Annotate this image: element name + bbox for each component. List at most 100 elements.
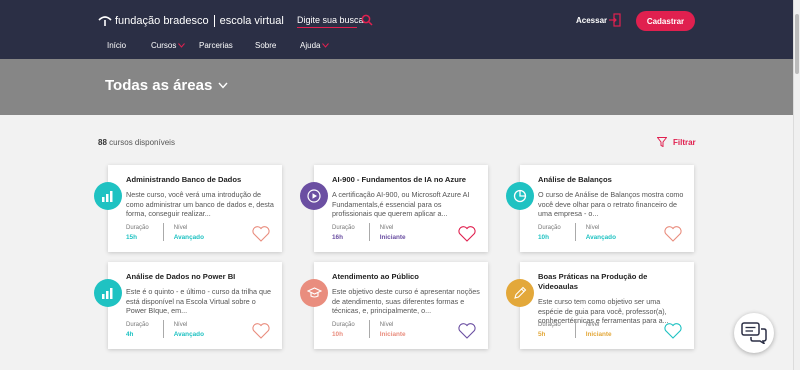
heart-icon[interactable]	[664, 323, 682, 339]
search-icon[interactable]	[361, 14, 373, 26]
page-title: Todas as áreas	[105, 77, 213, 94]
scrollbar-thumb[interactable]	[795, 14, 799, 74]
course-level: Avançado	[585, 234, 616, 241]
nav-ajuda-label: Ajuda	[300, 41, 321, 50]
duration-label: Duração	[126, 322, 149, 328]
search-input[interactable]: Digite sua busca	[297, 15, 364, 28]
pie-chart-icon	[513, 189, 527, 203]
course-level: Iniciante	[585, 331, 612, 338]
course-level: Iniciante	[379, 331, 406, 338]
results-count-number: 88	[98, 138, 107, 147]
course-card[interactable]: Análise de Dados no Power BI Este é o qu…	[94, 262, 282, 349]
duration-label: Duração	[538, 322, 561, 328]
logo-icon	[98, 16, 112, 26]
course-title: Boas Práticas na Produção de Videoaulas	[538, 272, 648, 291]
duration-label: Duração	[332, 322, 355, 328]
heart-icon[interactable]	[252, 323, 270, 339]
chevron-down-icon	[218, 82, 228, 89]
level-label: Nível	[379, 322, 394, 328]
course-title: Administrando Banco de Dados	[126, 175, 242, 184]
level-label: Nível	[173, 225, 188, 231]
course-duration: 10h	[538, 234, 550, 241]
course-card[interactable]: AI-900 - Fundamentos de IA no Azure A ce…	[300, 165, 488, 252]
course-card[interactable]: Análise de Balanços O curso de Análise d…	[506, 165, 694, 252]
course-duration: 5h	[538, 331, 546, 338]
course-title: Análise de Dados no Power BI	[126, 272, 236, 281]
course-description: O curso de Análise de Balanços mostra co…	[538, 190, 684, 218]
graduation-cap-icon	[306, 287, 322, 298]
pencil-icon	[514, 286, 527, 299]
course-duration: 16h	[332, 234, 344, 241]
chat-button[interactable]	[734, 313, 774, 353]
course-description: Este objetivo deste curso é apresentar n…	[332, 287, 480, 315]
course-description: Este é o quinto - e último - curso da tr…	[126, 287, 272, 315]
nav-cursos[interactable]: Cursos	[151, 41, 186, 50]
filter-label: Filtrar	[673, 137, 696, 147]
heart-icon[interactable]	[458, 323, 476, 339]
heart-icon[interactable]	[664, 226, 682, 242]
divider	[574, 223, 576, 241]
chevron-down-icon	[322, 43, 330, 49]
course-icon	[300, 279, 328, 307]
funnel-icon	[657, 137, 667, 147]
results-count-label: cursos disponíveis	[109, 138, 175, 147]
area-dropdown[interactable]: Todas as áreas	[105, 77, 228, 94]
course-icon	[300, 182, 328, 210]
duration-label: Duração	[126, 225, 149, 231]
heart-icon[interactable]	[458, 226, 476, 242]
chevron-down-icon	[178, 43, 186, 49]
course-meta: Duração 15h Nível Avançado	[126, 223, 204, 243]
logo-product: escola virtual	[219, 15, 284, 27]
results-count: 88 cursos disponíveis	[98, 138, 175, 147]
course-card[interactable]: Administrando Banco de Dados Neste curso…	[94, 165, 282, 252]
duration-label: Duração	[332, 225, 355, 231]
chart-icon	[102, 191, 113, 202]
course-meta: Duração 4h Nível Avançado	[126, 320, 204, 340]
level-label: Nível	[173, 322, 188, 328]
nav-parcerias[interactable]: Parcerias	[199, 41, 233, 50]
level-label: Nível	[379, 225, 394, 231]
top-header: fundação bradesco escola virtual Digite …	[0, 0, 793, 59]
course-icon	[94, 182, 122, 210]
nav-inicio[interactable]: Início	[107, 41, 126, 50]
course-card[interactable]: Boas Práticas na Produção de Videoaulas …	[506, 262, 694, 349]
course-meta: Duração 5h Nível Iniciante	[538, 320, 612, 340]
nav-sobre[interactable]: Sobre	[255, 41, 276, 50]
course-description: Neste curso, você verá uma introdução de…	[126, 190, 274, 218]
divider	[162, 320, 164, 338]
nav-cursos-label: Cursos	[151, 41, 177, 50]
course-duration: 15h	[126, 234, 138, 241]
course-title: AI-900 - Fundamentos de IA no Azure	[332, 175, 467, 184]
course-meta: Duração 16h Nível Iniciante	[332, 223, 406, 243]
heart-icon[interactable]	[252, 226, 270, 242]
level-label: Nível	[585, 322, 600, 328]
signup-button[interactable]: Cadastrar	[636, 11, 695, 31]
logo-brand: fundação bradesco	[115, 15, 209, 27]
chat-icon	[741, 322, 767, 344]
course-level: Iniciante	[379, 234, 406, 241]
course-meta: Duração 10h Nível Iniciante	[332, 320, 406, 340]
login-icon[interactable]	[608, 13, 622, 27]
play-icon	[307, 189, 321, 203]
course-title: Análise de Balanços	[538, 175, 612, 184]
logo-separator	[213, 15, 215, 27]
login-link[interactable]: Acessar	[576, 16, 607, 25]
course-duration: 10h	[332, 331, 344, 338]
course-description: A certificação AI-900, ou Microsoft Azur…	[332, 190, 470, 218]
nav-ajuda[interactable]: Ajuda	[300, 41, 330, 50]
course-level: Avançado	[173, 331, 204, 338]
course-card[interactable]: Atendimento ao Público Este objetivo des…	[300, 262, 488, 349]
divider	[162, 223, 164, 241]
divider	[368, 320, 370, 338]
course-duration: 4h	[126, 331, 134, 338]
logo[interactable]: fundação bradesco escola virtual	[98, 15, 284, 27]
course-icon	[506, 279, 534, 307]
course-icon	[506, 182, 534, 210]
divider	[574, 320, 576, 338]
divider	[368, 223, 370, 241]
duration-label: Duração	[538, 225, 561, 231]
chart-icon	[102, 288, 113, 299]
course-title: Atendimento ao Público	[332, 272, 419, 281]
course-icon	[94, 279, 122, 307]
filter-button[interactable]: Filtrar	[657, 137, 696, 147]
